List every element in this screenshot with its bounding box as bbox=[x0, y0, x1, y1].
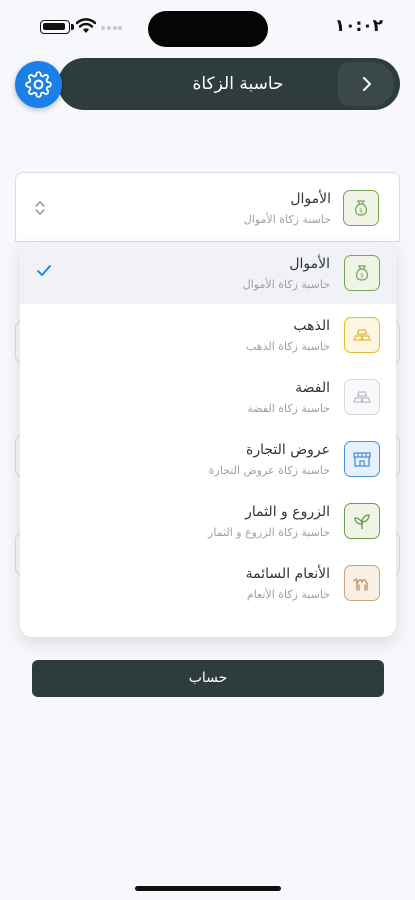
option-subtitle: حاسبة زكاة الزروع و الثمار bbox=[208, 526, 330, 539]
option-trade[interactable]: عروض التجارة حاسبة زكاة عروض التجارة bbox=[20, 428, 396, 490]
selected-title: الأموال bbox=[290, 191, 331, 207]
dynamic-island bbox=[148, 11, 268, 47]
chevron-up-down-icon bbox=[35, 201, 45, 215]
option-title: الفضة bbox=[295, 380, 330, 396]
money-bag-icon: $ bbox=[343, 190, 379, 226]
checkmark-icon bbox=[37, 265, 51, 276]
status-bar: ١٠:٠٢ bbox=[0, 0, 415, 50]
option-subtitle: حاسبة زكاة الأنعام bbox=[246, 588, 330, 601]
page-title: حاسبة الزكاة bbox=[192, 74, 284, 94]
option-title: الزروع و الثمار bbox=[245, 504, 330, 520]
signal-dots-icon bbox=[101, 26, 122, 30]
option-title: الأنعام السائمة bbox=[245, 566, 330, 582]
option-title: الذهب bbox=[293, 318, 330, 334]
status-time: ١٠:٠٢ bbox=[334, 16, 383, 36]
plant-icon bbox=[344, 503, 380, 539]
option-crops[interactable]: الزروع و الثمار حاسبة زكاة الزروع و الثم… bbox=[20, 490, 396, 552]
svg-text:$: $ bbox=[359, 208, 363, 215]
category-dropdown: الأموال حاسبة زكاة الأموال $ الذهب حاسبة… bbox=[20, 242, 396, 637]
chevron-right-icon bbox=[363, 77, 371, 91]
gold-icon bbox=[344, 317, 380, 353]
gear-icon bbox=[25, 71, 52, 98]
back-button[interactable] bbox=[338, 62, 394, 106]
header-bar: حاسبة الزكاة bbox=[58, 58, 400, 110]
option-money[interactable]: الأموال حاسبة زكاة الأموال $ bbox=[20, 242, 396, 304]
option-subtitle: حاسبة زكاة الفضة bbox=[247, 402, 330, 415]
category-select[interactable]: الأموال حاسبة زكاة الأموال $ bbox=[15, 172, 400, 242]
calculate-button[interactable]: حساب bbox=[32, 660, 384, 697]
option-silver[interactable]: الفضة حاسبة زكاة الفضة bbox=[20, 366, 396, 428]
battery-icon bbox=[40, 20, 74, 34]
settings-button[interactable] bbox=[15, 61, 62, 108]
option-subtitle: حاسبة زكاة عروض التجارة bbox=[208, 464, 330, 477]
svg-text:$: $ bbox=[360, 273, 364, 280]
home-indicator bbox=[135, 886, 281, 891]
option-subtitle: حاسبة زكاة الذهب bbox=[245, 340, 330, 353]
silver-icon bbox=[344, 379, 380, 415]
option-gold[interactable]: الذهب حاسبة زكاة الذهب bbox=[20, 304, 396, 366]
selected-subtitle: حاسبة زكاة الأموال bbox=[243, 213, 331, 226]
camel-icon bbox=[344, 565, 380, 601]
option-title: الأموال bbox=[289, 256, 330, 272]
wifi-icon bbox=[76, 18, 96, 33]
option-livestock[interactable]: الأنعام السائمة حاسبة زكاة الأنعام bbox=[20, 552, 396, 614]
option-subtitle: حاسبة زكاة الأموال bbox=[242, 278, 330, 291]
money-bag-icon: $ bbox=[344, 255, 380, 291]
option-title: عروض التجارة bbox=[246, 442, 330, 458]
store-icon bbox=[344, 441, 380, 477]
